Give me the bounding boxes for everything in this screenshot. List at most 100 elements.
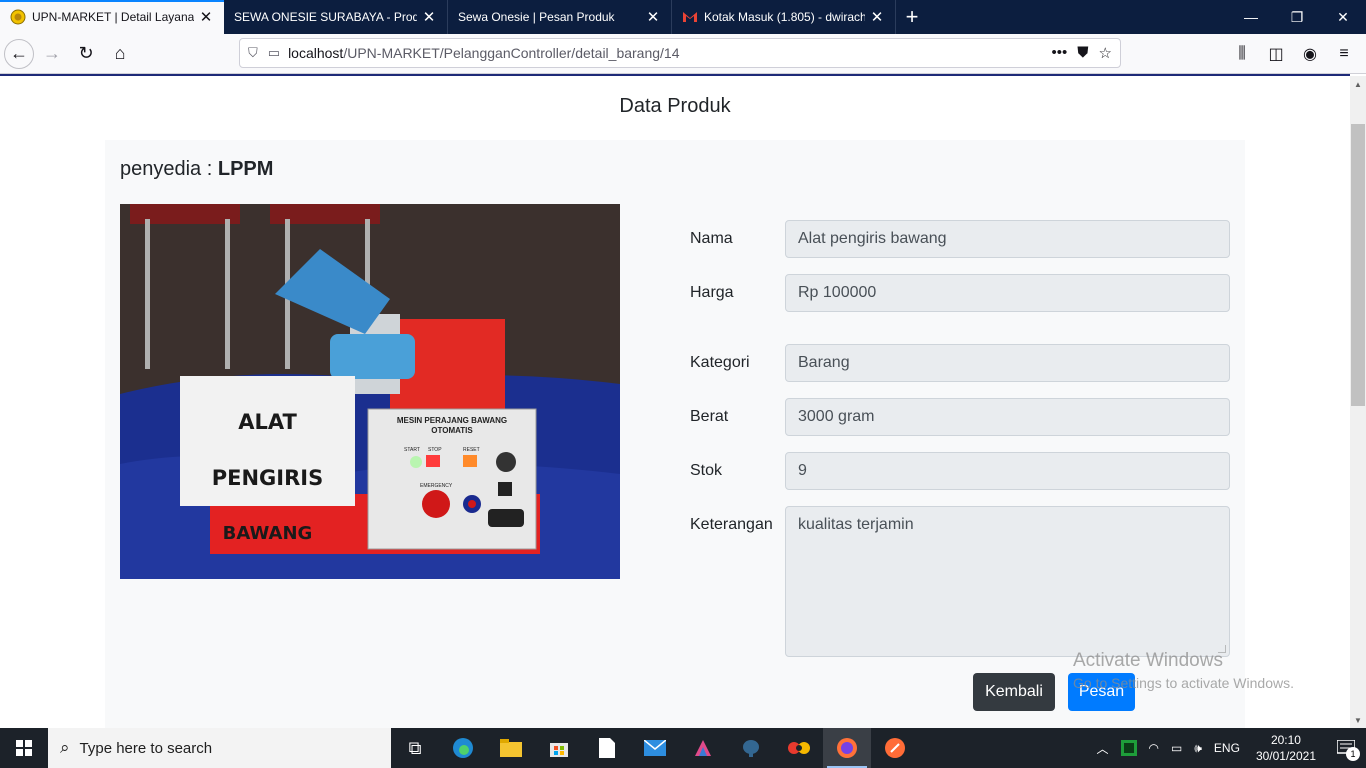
- harga-row: Harga Rp 100000: [690, 274, 1230, 312]
- search-placeholder: Type here to search: [79, 739, 213, 757]
- bookmark-star-icon[interactable]: ☆: [1099, 44, 1112, 62]
- reload-icon[interactable]: ↻: [70, 38, 102, 70]
- upn-logo-icon: [10, 9, 26, 25]
- tab-title: Kotak Masuk (1.805) - dwirachm: [704, 10, 865, 24]
- sidebar-icon[interactable]: ◫: [1260, 38, 1292, 70]
- postgresql-icon[interactable]: [727, 728, 775, 768]
- tab-sewa-onesie-produk[interactable]: SEWA ONESIE SURABAYA - Produk ✕: [224, 0, 448, 34]
- tab-title: UPN-MARKET | Detail Layanan: [32, 10, 194, 24]
- stok-field[interactable]: 9: [785, 452, 1230, 490]
- gmail-icon: [682, 9, 698, 25]
- resize-grip-icon[interactable]: [1218, 645, 1226, 653]
- panel-stop-label: STOP: [428, 447, 442, 453]
- back-arrow-icon[interactable]: ←: [4, 38, 34, 69]
- kategori-field[interactable]: Barang: [785, 344, 1230, 382]
- scroll-down-arrow-icon[interactable]: ▼: [1350, 712, 1366, 728]
- panel-title-line-2: OTOMATIS: [431, 426, 473, 435]
- close-tab-icon[interactable]: ✕: [645, 9, 661, 26]
- page-title: Data Produk: [619, 95, 731, 117]
- provider-name: LPPM: [217, 158, 274, 180]
- wifi-icon[interactable]: ◠: [1143, 728, 1165, 768]
- clock[interactable]: 20:10 30/01/2021: [1246, 732, 1326, 764]
- postman-icon[interactable]: [871, 728, 919, 768]
- kategori-row: Kategori Barang: [690, 344, 1230, 382]
- scroll-thumb[interactable]: [1351, 124, 1365, 406]
- nama-label: Nama: [690, 230, 733, 247]
- url-host: localhost: [288, 45, 344, 61]
- notification-count-badge: 1: [1346, 747, 1360, 761]
- page-scrollbar[interactable]: ▲ ▼: [1350, 76, 1366, 728]
- close-tab-icon[interactable]: ✕: [198, 9, 214, 26]
- product-image: ALAT PENGIRIS BAWANG OTOMATIS MESIN PERA…: [120, 204, 620, 579]
- nama-field[interactable]: Alat pengiris bawang: [785, 220, 1230, 258]
- store-icon[interactable]: [535, 728, 583, 768]
- clock-time: 20:10: [1270, 733, 1301, 747]
- panel-emergency-label: EMERGENCY: [420, 483, 453, 489]
- tab-strip: UPN-MARKET | Detail Layanan ✕ SEWA ONESI…: [0, 0, 1366, 34]
- show-hidden-icons-chevron-icon[interactable]: ︿: [1091, 728, 1115, 768]
- window-controls: — ❐ ✕: [1228, 0, 1366, 34]
- panel-reset-label: RESET: [463, 447, 480, 453]
- tab-gmail[interactable]: Kotak Masuk (1.805) - dwirachm ✕: [672, 0, 896, 34]
- tab-upn-market[interactable]: UPN-MARKET | Detail Layanan ✕: [0, 0, 224, 34]
- url-path: /UPN-MARKET/PelangganController/detail_b…: [343, 45, 680, 61]
- page-icon[interactable]: ▭: [268, 45, 280, 61]
- infinity-app-icon[interactable]: [775, 728, 823, 768]
- home-icon[interactable]: ⌂: [104, 38, 136, 70]
- shield-icon[interactable]: ⛉: [248, 45, 258, 61]
- volume-icon[interactable]: 🕪: [1188, 728, 1208, 768]
- close-window-icon[interactable]: ✕: [1320, 0, 1366, 34]
- document-icon[interactable]: [583, 728, 631, 768]
- menu-icon[interactable]: ≡: [1328, 38, 1360, 70]
- close-tab-icon[interactable]: ✕: [869, 9, 885, 26]
- firefox-icon[interactable]: [823, 728, 871, 768]
- search-icon: ⌕: [60, 738, 70, 757]
- battery-icon[interactable]: ▭: [1165, 728, 1188, 768]
- berat-row: Berat 3000 gram: [690, 398, 1230, 436]
- harga-field[interactable]: Rp 100000: [785, 274, 1230, 312]
- new-tab-button[interactable]: +: [896, 0, 928, 34]
- minimize-icon[interactable]: —: [1228, 0, 1274, 34]
- kategori-label: Kategori: [690, 354, 750, 371]
- stok-label: Stok: [690, 462, 723, 479]
- berat-label: Berat: [690, 408, 729, 425]
- scroll-up-arrow-icon[interactable]: ▲: [1350, 76, 1366, 92]
- tab-title: SEWA ONESIE SURABAYA - Produk: [234, 10, 417, 24]
- close-tab-icon[interactable]: ✕: [421, 9, 437, 26]
- clock-date: 30/01/2021: [1255, 749, 1316, 763]
- more-actions-icon[interactable]: •••: [1052, 44, 1068, 62]
- pocket-icon[interactable]: ⛊: [1077, 44, 1088, 62]
- restore-icon[interactable]: ❐: [1274, 0, 1320, 34]
- sign-line-2: BAWANG OTOMATIS: [222, 523, 313, 544]
- url-text[interactable]: localhost/UPN-MARKET/PelangganController…: [288, 45, 1051, 61]
- language-indicator[interactable]: ENG: [1208, 728, 1246, 768]
- notification-center-icon[interactable]: 1: [1326, 728, 1366, 768]
- tray-app-icon[interactable]: [1115, 728, 1143, 768]
- berat-field[interactable]: 3000 gram: [785, 398, 1230, 436]
- task-view-icon[interactable]: ⧉: [391, 728, 439, 768]
- tab-sewa-onesie-pesan[interactable]: Sewa Onesie | Pesan Produk ✕: [448, 0, 672, 34]
- url-actions: ••• ⛊ ☆: [1052, 44, 1112, 62]
- provider-line: penyedia : LPPM: [120, 158, 273, 181]
- harga-label: Harga: [690, 284, 734, 301]
- pesan-button[interactable]: Pesan: [1068, 673, 1135, 711]
- kembali-button[interactable]: Kembali: [973, 673, 1055, 711]
- library-icon[interactable]: ⫼: [1226, 38, 1258, 70]
- taskbar-search-input[interactable]: ⌕ Type here to search: [48, 728, 391, 768]
- file-explorer-icon[interactable]: [487, 728, 535, 768]
- keterangan-text: kualitas terjamin: [798, 516, 914, 533]
- address-bar[interactable]: ⛉ ▭ localhost/UPN-MARKET/PelangganContro…: [239, 38, 1121, 68]
- edge-icon[interactable]: [439, 728, 487, 768]
- provider-label: penyedia :: [120, 158, 218, 180]
- toolbar-right: ⫼ ◫ ◉ ≡: [1224, 38, 1360, 70]
- panel-title: MESIN PERAJANG BAWANG OTOMATIS: [370, 416, 534, 436]
- app-icon[interactable]: [679, 728, 727, 768]
- keterangan-textarea[interactable]: kualitas terjamin: [785, 506, 1230, 657]
- sign-line-1: ALAT PENGIRIS: [211, 410, 324, 490]
- forward-arrow-icon[interactable]: →: [36, 38, 68, 70]
- windows-start-icon[interactable]: [0, 728, 48, 768]
- panel-title-line-1: MESIN PERAJANG BAWANG: [396, 416, 508, 425]
- mail-icon[interactable]: [631, 728, 679, 768]
- account-icon[interactable]: ◉: [1294, 38, 1326, 70]
- image-sign-text: ALAT PENGIRIS BAWANG OTOMATIS: [182, 394, 353, 579]
